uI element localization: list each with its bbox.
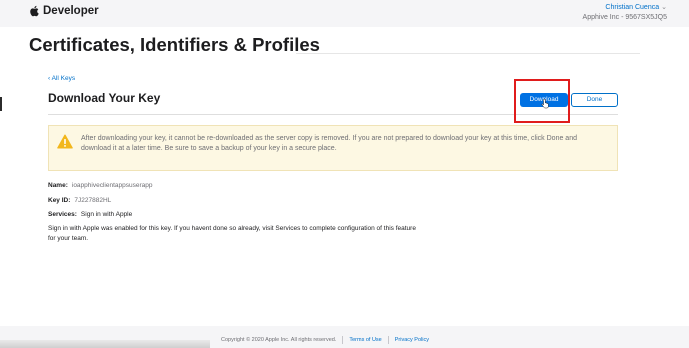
- account-name: Christian Cuenca: [605, 4, 660, 11]
- developer-logo[interactable]: Developer: [29, 5, 99, 17]
- taskbar-strip: [0, 340, 210, 348]
- services-label: Services:: [48, 211, 77, 218]
- page-title: Certificates, Identifiers & Profiles: [29, 34, 320, 55]
- copyright-text: Copyright © 2020 Apple Inc. All rights r…: [221, 337, 337, 343]
- privacy-link[interactable]: Privacy Policy: [395, 337, 429, 343]
- account-menu[interactable]: Christian Cuenca ⌄ Apphive Inc - 9567SX5J…: [583, 3, 667, 23]
- warning-icon: [57, 134, 73, 149]
- terms-link[interactable]: Terms of Use: [349, 337, 381, 343]
- warning-text: After downloading your key, it cannot be…: [81, 135, 577, 152]
- brand-label: Developer: [43, 5, 99, 17]
- done-button[interactable]: Done: [571, 93, 618, 107]
- apple-logo-icon: [30, 5, 39, 17]
- chevron-down-icon: ⌄: [661, 4, 667, 11]
- key-id-row: Key ID: 7J227882HL: [48, 196, 111, 205]
- pointer-cursor-icon: [541, 99, 549, 109]
- name-label: Name:: [48, 182, 68, 189]
- section-title: Download Your Key: [48, 91, 161, 105]
- services-value: Sign in with Apple: [80, 211, 133, 218]
- top-nav-bar: Developer Christian Cuenca ⌄ Apphive Inc …: [0, 0, 689, 27]
- divider: [387, 336, 389, 344]
- key-id-label: Key ID:: [48, 197, 71, 204]
- account-team: Apphive Inc - 9567SX5JQ5: [582, 14, 667, 21]
- name-value: ioapphiveclientappsuserapp: [71, 182, 153, 189]
- services-note: Sign in with Apple was enabled for this …: [48, 225, 416, 242]
- divider: [296, 53, 640, 54]
- divider: [342, 336, 344, 344]
- key-id-value: 7J227882HL: [74, 197, 112, 204]
- warning-banner: After downloading your key, it cannot be…: [48, 125, 618, 171]
- window-edge: [0, 97, 2, 111]
- services-row: Services: Sign in with Apple: [48, 210, 132, 219]
- key-name-row: Name: ioapphiveclientappsuserapp: [48, 181, 152, 190]
- all-keys-link[interactable]: ‹ All Keys: [48, 75, 75, 82]
